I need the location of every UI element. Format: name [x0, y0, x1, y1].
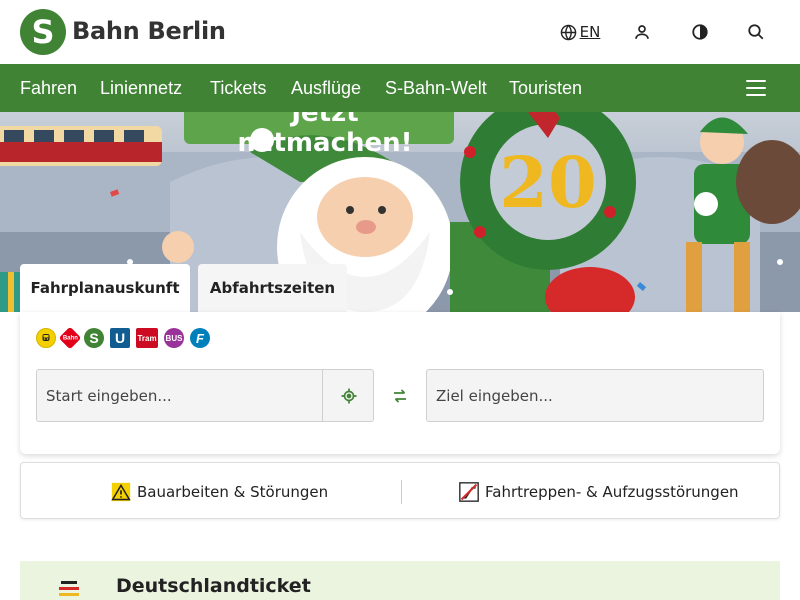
destination-field [426, 369, 764, 422]
location-target-icon [341, 388, 356, 403]
top-header: S Bahn Berlin EN [0, 0, 800, 64]
bus-icon[interactable]: BUS [164, 328, 184, 348]
disruptions-bar: Bauarbeiten & Störungen Fahrtreppen- & A… [20, 462, 780, 519]
train-graphic [0, 126, 162, 166]
construction-label: Bauarbeiten & Störungen [137, 482, 329, 501]
tram-icon[interactable]: Tram [136, 328, 158, 348]
ticket-icon [59, 581, 79, 596]
advent-number: 20 [499, 141, 596, 224]
deutschlandticket-teaser[interactable]: Deutschlandticket [20, 561, 780, 600]
globe-icon [560, 24, 576, 40]
language-label: EN [579, 23, 601, 41]
main-nav: Fahren Liniennetz Tickets Ausflüge S-Bah… [0, 64, 800, 112]
warning-icon [111, 482, 131, 501]
transport-mode-filter: Bahn S U Tram BUS F [36, 326, 210, 350]
teaser-title: Deutschlandticket [116, 575, 311, 597]
ferry-icon[interactable]: F [190, 328, 210, 348]
locate-button[interactable] [322, 370, 374, 421]
nav-item-ausfluege[interactable]: Ausflüge [291, 64, 361, 112]
bahn-icon[interactable]: Bahn [58, 326, 82, 350]
destination-input[interactable] [427, 370, 763, 421]
start-field [36, 369, 374, 422]
contrast-toggle[interactable] [688, 20, 712, 44]
start-input[interactable] [37, 370, 322, 421]
language-switch[interactable]: EN [558, 20, 602, 44]
sbahn-icon[interactable]: S [84, 328, 104, 348]
logo-letter: S [31, 13, 55, 51]
tab-abfahrtszeiten[interactable]: Abfahrtszeiten [198, 264, 347, 312]
nav-item-touristen[interactable]: Touristen [509, 64, 582, 112]
escalator-link[interactable]: Fahrtreppen- & Aufzugsstörungen [459, 463, 739, 520]
search-icon [748, 24, 764, 40]
swap-button[interactable] [388, 384, 412, 408]
sbahn-logo[interactable]: S [20, 9, 66, 55]
user-button[interactable] [630, 20, 654, 44]
nav-item-liniennetz[interactable]: Liniennetz [100, 64, 182, 112]
menu-icon[interactable] [746, 80, 766, 96]
swap-arrows-icon [394, 389, 406, 403]
brand-name[interactable]: Bahn Berlin [72, 17, 226, 45]
hero-banner-text: Jetzt mitmachen! [237, 112, 413, 158]
nav-item-tickets[interactable]: Tickets [210, 64, 266, 112]
escalator-label: Fahrtreppen- & Aufzugsstörungen [485, 482, 739, 501]
search-button[interactable] [744, 20, 768, 44]
nav-item-fahren[interactable]: Fahren [20, 64, 77, 112]
ubahn-icon[interactable]: U [110, 328, 130, 348]
construction-link[interactable]: Bauarbeiten & Störungen [111, 463, 328, 520]
escalator-icon [459, 481, 479, 502]
tab-fahrplanauskunft[interactable]: Fahrplanauskunft [20, 264, 190, 312]
taxi-icon[interactable] [36, 328, 56, 348]
contrast-icon [692, 24, 708, 40]
user-icon [635, 25, 649, 39]
disruptions-divider [401, 480, 402, 504]
nav-item-sbahn-welt[interactable]: S-Bahn-Welt [385, 64, 487, 112]
